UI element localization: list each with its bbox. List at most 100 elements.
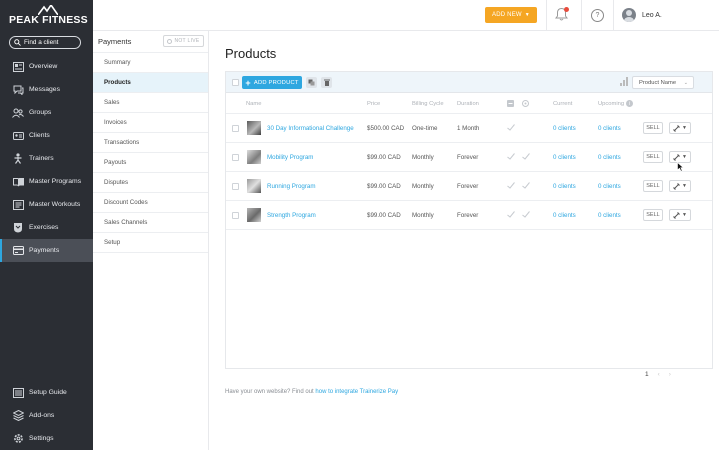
sidebar-item-master-workouts[interactable]: Master Workouts <box>0 193 93 216</box>
sell-button[interactable]: SELL <box>643 151 663 163</box>
subnav-item-invoices[interactable]: Invoices <box>93 112 208 132</box>
payments-icon <box>12 245 24 257</box>
sidebar-item-trainers[interactable]: Trainers <box>0 147 93 170</box>
subnav-item-disputes[interactable]: Disputes <box>93 172 208 192</box>
products-panel: + ADD PRODUCT Product Name ⌄ Name Price … <box>225 71 713 369</box>
find-client-search[interactable]: Find a client <box>9 36 81 49</box>
product-name-link[interactable]: 30 Day Informational Challenge <box>267 125 354 132</box>
product-name-link[interactable]: Running Program <box>267 183 316 190</box>
product-billing: Monthly <box>412 154 434 161</box>
subnav-item-sales-channels[interactable]: Sales Channels <box>93 212 208 232</box>
edit-menu-button[interactable]: ▼ <box>669 209 691 221</box>
table-header: Name Price Billing Cycle Duration Curren… <box>226 93 712 114</box>
prev-page-button[interactable]: ‹ <box>658 371 660 378</box>
subnav-item-discount-codes[interactable]: Discount Codes <box>93 192 208 212</box>
upcoming-clients-link[interactable]: 0 clients <box>598 154 621 161</box>
page-number[interactable]: 1 <box>645 371 649 378</box>
check-icon <box>507 124 515 131</box>
search-placeholder: Find a client <box>24 39 59 46</box>
upcoming-clients-link[interactable]: 0 clients <box>598 212 621 219</box>
sidebar-bottom-nav: Setup Guide Add-ons Settings <box>0 381 93 450</box>
add-new-button[interactable]: ADD NEW ▼ <box>485 7 537 23</box>
sidebar-item-master-programs[interactable]: Master Programs <box>0 170 93 193</box>
status-col-icon <box>507 100 514 107</box>
notification-badge <box>564 7 569 12</box>
sidebar-item-label: Payments <box>29 247 60 254</box>
sidebar-item-messages[interactable]: Messages <box>0 78 93 101</box>
subnav-item-transactions[interactable]: Transactions <box>93 132 208 152</box>
page-title: Products <box>225 46 277 61</box>
col-duration[interactable]: Duration <box>457 101 479 107</box>
current-clients-link[interactable]: 0 clients <box>553 154 576 161</box>
chevron-down-icon: ▼ <box>524 12 530 18</box>
sidebar-item-label: Master Workouts <box>29 201 81 208</box>
col-price[interactable]: Price <box>367 101 380 107</box>
sidebar-item-add-ons[interactable]: Add-ons <box>0 404 93 427</box>
row-checkbox[interactable] <box>232 183 239 190</box>
info-icon[interactable]: i <box>626 100 633 107</box>
subnav-item-products[interactable]: Products <box>93 72 208 92</box>
subnav-item-sales[interactable]: Sales <box>93 92 208 112</box>
current-clients-link[interactable]: 0 clients <box>553 125 576 132</box>
sidebar-item-exercises[interactable]: Exercises <box>0 216 93 239</box>
notifications-button[interactable] <box>555 7 569 22</box>
sidebar-item-label: Settings <box>29 435 54 442</box>
row-checkbox[interactable] <box>232 125 239 132</box>
help-button[interactable]: ? <box>591 9 604 22</box>
product-name-link[interactable]: Mobility Program <box>267 154 313 161</box>
sidebar-item-setup-guide[interactable]: Setup Guide <box>0 381 93 404</box>
check-icon <box>522 182 530 189</box>
row-checkbox[interactable] <box>232 154 239 161</box>
col-billing-cycle[interactable]: Billing Cycle <box>412 101 444 107</box>
sidebar-item-payments[interactable]: Payments <box>0 239 93 262</box>
product-name-link[interactable]: Strength Program <box>267 212 316 219</box>
subnav-item-setup[interactable]: Setup <box>93 232 208 252</box>
sort-by-select[interactable]: Product Name ⌄ <box>632 76 694 89</box>
upcoming-clients-link[interactable]: 0 clients <box>598 125 621 132</box>
chevron-down-icon: ▼ <box>682 212 687 218</box>
row-checkbox[interactable] <box>232 212 239 219</box>
current-clients-link[interactable]: 0 clients <box>553 212 576 219</box>
sidebar-item-overview[interactable]: Overview <box>0 55 93 78</box>
sidebar-item-label: Overview <box>29 63 58 70</box>
sell-button[interactable]: SELL <box>643 122 663 134</box>
user-menu[interactable]: Leo A. <box>622 8 662 22</box>
sidebar-item-label: Add-ons <box>29 412 55 419</box>
col-current[interactable]: Current <box>553 101 572 107</box>
subnav-item-summary[interactable]: Summary <box>93 52 208 72</box>
main-content: Products + ADD PRODUCT Product Name ⌄ Na… <box>209 31 719 450</box>
edit-menu-button[interactable]: ▼ <box>669 180 691 192</box>
select-all-checkbox[interactable] <box>232 79 239 86</box>
sell-button[interactable]: SELL <box>643 209 663 221</box>
col-upcoming[interactable]: Upcoming <box>598 101 624 107</box>
copy-icon <box>308 79 315 86</box>
sort-icon[interactable] <box>620 77 629 86</box>
overview-icon <box>12 61 24 73</box>
upcoming-clients-link[interactable]: 0 clients <box>598 183 621 190</box>
check-icon <box>522 153 530 160</box>
product-thumbnail <box>247 179 261 193</box>
add-product-button[interactable]: + ADD PRODUCT <box>242 76 302 89</box>
edit-menu-button[interactable]: ▼ <box>669 122 691 134</box>
sidebar-item-clients[interactable]: Clients <box>0 124 93 147</box>
col-name[interactable]: Name <box>246 101 261 107</box>
integration-link[interactable]: how to integrate Trainerize Pay <box>315 389 398 395</box>
check-icon <box>507 182 515 189</box>
product-price: $99.00 CAD <box>367 212 401 219</box>
chevron-down-icon: ⌄ <box>683 80 688 86</box>
product-price: $500.00 CAD <box>367 125 405 132</box>
sidebar-item-settings[interactable]: Settings <box>0 427 93 450</box>
duplicate-button[interactable] <box>306 77 317 88</box>
subnav-item-payouts[interactable]: Payouts <box>93 152 208 172</box>
current-clients-link[interactable]: 0 clients <box>553 183 576 190</box>
link-icon <box>673 211 680 219</box>
chevron-down-icon: ▼ <box>682 183 687 189</box>
brand-logo[interactable]: PEAK FITNESS <box>8 5 88 28</box>
delete-button[interactable] <box>321 77 332 88</box>
workouts-icon <box>12 199 24 211</box>
help-icon: ? <box>595 12 600 19</box>
divider <box>613 0 614 31</box>
sell-button[interactable]: SELL <box>643 180 663 192</box>
next-page-button[interactable]: › <box>669 371 671 378</box>
sidebar-item-groups[interactable]: Groups <box>0 101 93 124</box>
